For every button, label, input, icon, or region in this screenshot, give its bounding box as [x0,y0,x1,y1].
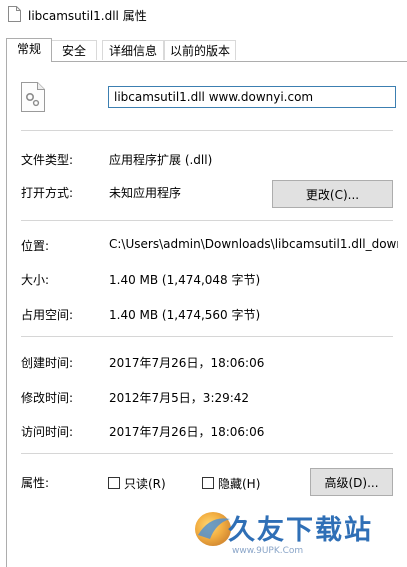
file-name-input[interactable] [108,86,396,108]
modified-label: 修改时间: [21,391,74,405]
readonly-checkbox[interactable] [108,477,120,489]
hidden-label[interactable]: 隐藏(H) [218,475,260,492]
accessed-value: 2017年7月26日，18:06:06 [109,425,265,439]
advanced-button[interactable]: 高级(D)... [310,468,393,496]
created-label: 创建时间: [21,356,74,370]
watermark-url: www.9UPK.Com [232,546,304,556]
window-title: libcamsutil1.dll 属性 [28,9,147,23]
file-icon [8,6,21,22]
location-label: 位置: [21,239,50,253]
tab-previous-versions[interactable]: 以前的版本 [164,40,236,60]
separator [21,453,393,454]
title-bar: libcamsutil1.dll 属性 [0,0,407,30]
tab-strip: 常规 安全 详细信息 以前的版本 [0,38,407,62]
hidden-checkbox[interactable] [202,477,214,489]
separator [21,220,393,221]
file-type-label: 文件类型: [21,153,74,167]
created-value: 2017年7月26日，18:06:06 [109,356,265,370]
modified-value: 2012年7月5日，3:29:42 [109,391,250,405]
readonly-label[interactable]: 只读(R) [124,475,166,492]
general-panel: 文件类型: 应用程序扩展 (.dll) 打开方式: 未知应用程序 更改(C)..… [6,61,407,567]
size-on-disk-label: 占用空间: [21,308,74,322]
size-label: 大小: [21,273,50,287]
tab-general[interactable]: 常规 [6,38,52,62]
dll-file-icon [21,82,45,112]
file-type-value: 应用程序扩展 (.dll) [109,153,213,167]
tab-details[interactable]: 详细信息 [102,40,164,60]
location-value: C:\Users\admin\Downloads\libcamsutil1.dl… [109,237,398,251]
size-on-disk-value: 1.40 MB (1,474,560 字节) [109,308,261,322]
size-value: 1.40 MB (1,474,048 字节) [109,273,261,287]
change-button[interactable]: 更改(C)... [272,180,393,208]
tab-security[interactable]: 安全 [51,40,97,60]
watermark-brand: 久友下载站 [228,515,373,546]
open-with-value: 未知应用程序 [109,186,182,200]
open-with-label: 打开方式: [21,186,74,200]
separator [21,336,393,337]
separator [21,130,393,131]
accessed-label: 访问时间: [21,425,74,439]
attributes-label: 属性: [21,476,50,490]
